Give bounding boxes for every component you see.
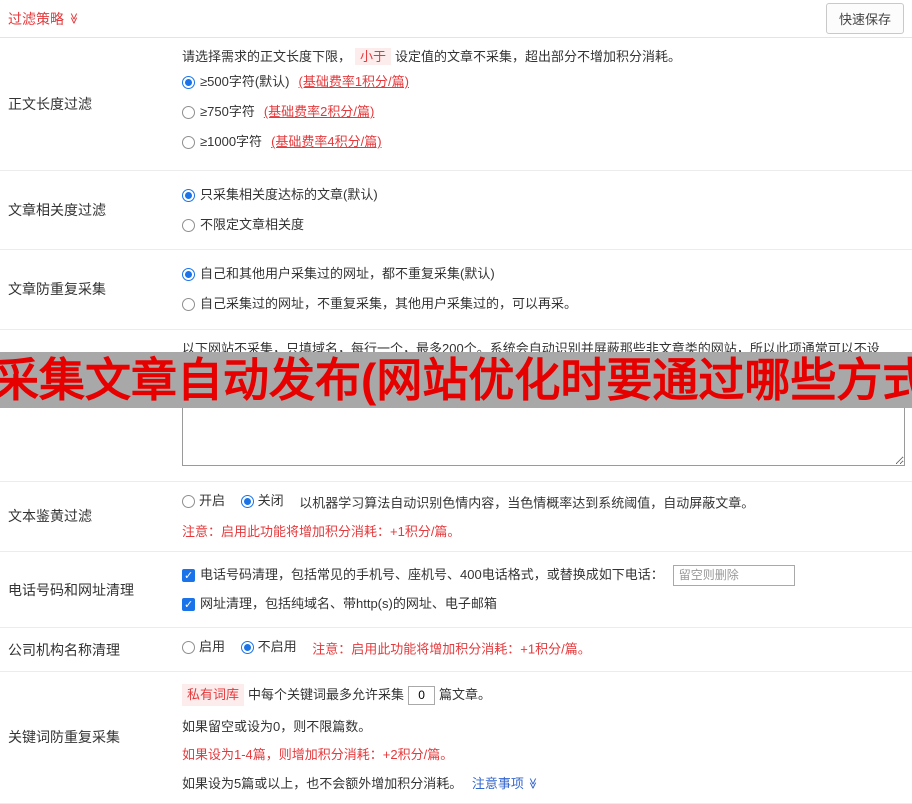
keyword-note-five: 如果设为5篇或以上，也不会额外增加积分消耗。 注意事项 ≫ — [182, 774, 905, 794]
keyword-limit-line: 私有词库 中每个关键词最多允许采集 篇文章。 — [182, 681, 905, 709]
radio-option-company-on[interactable]: 启用 — [182, 637, 225, 657]
option-label: 开启 — [199, 492, 226, 508]
row-porn-filter: 文本鉴黄过滤 开启 关闭 以机器学习算法自动识别色情内容，当色情概率达到系统阈值… — [0, 482, 912, 552]
row-content-company-clean: 启用 不启用 注意：启用此功能将增加积分消耗：+1积分/篇。 — [174, 628, 912, 671]
row-content-keyword-dedup: 私有词库 中每个关键词最多允许采集 篇文章。 如果留空或设为0，则不限篇数。 如… — [174, 672, 912, 803]
radio-option-company-off[interactable]: 不启用 — [240, 637, 297, 657]
radio-icon[interactable] — [182, 494, 195, 508]
option-label: 网址清理，包括纯域名、带http(s)的网址、电子邮箱 — [200, 595, 497, 611]
checkbox-option-url-clean[interactable]: 网址清理，包括纯域名、带http(s)的网址、电子邮箱 — [182, 590, 905, 618]
radio-option-1000chars[interactable]: ≥1000字符 (基础费率4积分/篇) — [182, 127, 905, 157]
chevron-down-icon: ≫ — [67, 12, 80, 25]
option-fee-note: (基础费率4积分/篇) — [271, 134, 382, 150]
keyword-limit-suffix: 篇文章。 — [439, 687, 492, 703]
row-relevance-filter: 文章相关度过滤 只采集相关度达标的文章(默认) 不限定文章相关度 — [0, 171, 912, 251]
filter-settings-form: 正文长度过滤 请选择需求的正文长度下限， 小于 设定值的文章不采集，超出部分不增加积… — [0, 38, 912, 804]
option-label: 不启用 — [257, 639, 297, 655]
notes-link[interactable]: 注意事项 ≫ — [472, 774, 538, 794]
radio-icon[interactable] — [182, 105, 195, 119]
company-clean-options: 启用 不启用 注意：启用此功能将增加积分消耗：+1积分/篇。 — [182, 637, 905, 660]
porn-filter-description: 以机器学习算法自动识别色情内容，当色情概率达到系统阈值，自动屏蔽文章。 — [299, 495, 755, 511]
radio-option-750chars[interactable]: ≥750字符 (基础费率2积分/篇) — [182, 97, 905, 127]
option-label: 启用 — [199, 639, 226, 655]
radio-icon[interactable] — [182, 218, 195, 232]
radio-icon[interactable] — [182, 640, 195, 654]
option-label: 自己采集过的网址，不重复采集，其他用户采集过的，可以再采。 — [200, 296, 578, 312]
keyword-limit-input[interactable] — [408, 685, 436, 705]
keyword-limit-text: 中每个关键词最多允许采集 — [248, 687, 405, 703]
page-title[interactable]: 过滤策略 ≫ — [8, 9, 79, 29]
radio-icon[interactable] — [182, 135, 195, 149]
radio-option-porn-on[interactable]: 开启 — [182, 491, 225, 511]
row-label-keyword-dedup: 关键词防重复采集 — [8, 729, 120, 746]
radio-option-relevance-strict[interactable]: 只采集相关度达标的文章(默认) — [182, 180, 905, 210]
row-length-filter: 正文长度过滤 请选择需求的正文长度下限， 小于 设定值的文章不采集，超出部分不增加积… — [0, 38, 912, 171]
intro-pre: 请选择需求的正文长度下限， — [182, 49, 352, 64]
keyword-note-zero: 如果留空或设为0，则不限篇数。 — [182, 719, 372, 735]
checkbox-icon[interactable] — [182, 597, 195, 614]
chevron-down-icon: ≫ — [526, 777, 539, 790]
row-keyword-dedup: 关键词防重复采集 私有词库 中每个关键词最多允许采集 篇文章。 如果留空或设为0… — [0, 672, 912, 804]
keyword-note-five-text: 如果设为5篇或以上，也不会额外增加积分消耗。 — [182, 775, 463, 791]
row-label-dedup-filter: 文章防重复采集 — [8, 281, 106, 298]
option-fee-note: (基础费率2积分/篇) — [263, 104, 375, 120]
radio-option-relevance-any[interactable]: 不限定文章相关度 — [182, 210, 905, 240]
radio-icon[interactable] — [182, 75, 195, 89]
porn-filter-options: 开启 关闭 以机器学习算法自动识别色情内容，当色情概率达到系统阈值，自动屏蔽文章… — [182, 491, 905, 514]
row-content-dedup-filter: 自己和其他用户采集过的网址，都不重复采集(默认) 自己采集过的网址，不重复采集，… — [174, 250, 912, 328]
radio-icon[interactable] — [182, 188, 195, 202]
intro-highlight: 小于 — [355, 48, 392, 65]
radio-icon[interactable] — [182, 297, 195, 311]
row-content-porn-filter: 开启 关闭 以机器学习算法自动识别色情内容，当色情概率达到系统阈值，自动屏蔽文章… — [174, 482, 912, 551]
watermark-text: 采集文章自动发布(网站优化时要通过哪些方式进 — [0, 354, 912, 406]
option-label: ≥1000字符 — [200, 134, 263, 150]
row-label-phone-url-clean: 电话号码和网址清理 — [8, 581, 134, 598]
topbar: 过滤策略 ≫ 快速保存 — [0, 0, 912, 38]
row-label-relevance-filter: 文章相关度过滤 — [8, 202, 106, 219]
option-label: 不限定文章相关度 — [200, 217, 305, 233]
row-company-clean: 公司机构名称清理 启用 不启用 注意：启用此功能将增加积分消耗：+1积分/篇。 — [0, 628, 912, 673]
row-label-length-filter: 正文长度过滤 — [8, 96, 92, 112]
keyword-note-fee: 如果设为1-4篇，则增加积分消耗：+2积分/篇。 — [182, 747, 454, 763]
option-label: ≥750字符 — [200, 104, 255, 120]
radio-option-500chars[interactable]: ≥500字符(默认) (基础费率1积分/篇) — [182, 67, 905, 97]
option-label: 自己和其他用户采集过的网址，都不重复采集(默认) — [200, 266, 495, 282]
checkbox-option-phone-clean[interactable]: 电话号码清理，包括常见的手机号、座机号、400电话格式，或替换成如下电话： — [182, 561, 905, 590]
row-label-company-clean: 公司机构名称清理 — [8, 641, 120, 658]
radio-icon[interactable] — [182, 267, 195, 281]
radio-option-porn-off[interactable]: 关闭 — [240, 491, 284, 511]
row-dedup-filter: 文章防重复采集 自己和其他用户采集过的网址，都不重复采集(默认) 自己采集过的网… — [0, 250, 912, 330]
watermark-banner: 采集文章自动发布(网站优化时要通过哪些方式进 — [0, 352, 912, 408]
radio-option-dedup-all-users[interactable]: 自己和其他用户采集过的网址，都不重复采集(默认) — [182, 259, 905, 289]
option-label: ≥500字符(默认) — [200, 74, 290, 90]
row-label-porn-filter: 文本鉴黄过滤 — [8, 508, 92, 525]
length-filter-intro: 请选择需求的正文长度下限， 小于 设定值的文章不采集，超出部分不增加积分消耗。 — [182, 47, 905, 67]
radio-icon[interactable] — [240, 494, 254, 508]
intro-post: 设定值的文章不采集，超出部分不增加积分消耗。 — [395, 49, 682, 64]
option-label: 只采集相关度达标的文章(默认) — [200, 187, 378, 202]
private-lexicon-tag: 私有词库 — [182, 684, 245, 707]
row-phone-url-clean: 电话号码和网址清理 电话号码清理，包括常见的手机号、座机号、400电话格式，或替… — [0, 552, 912, 629]
option-label: 电话号码清理，包括常见的手机号、座机号、400电话格式，或替换成如下电话： — [200, 567, 664, 583]
replacement-phone-input[interactable] — [672, 564, 795, 586]
page-title-label: 过滤策略 — [8, 10, 64, 27]
porn-filter-fee-note: 注意：启用此功能将增加积分消耗：+1积分/篇。 — [182, 523, 461, 539]
checkbox-icon[interactable] — [182, 568, 195, 585]
radio-icon[interactable] — [240, 640, 254, 654]
option-fee-note: (基础费率1积分/篇) — [298, 74, 409, 90]
radio-option-dedup-self-only[interactable]: 自己采集过的网址，不重复采集，其他用户采集过的，可以再采。 — [182, 289, 905, 319]
row-content-phone-url-clean: 电话号码清理，包括常见的手机号、座机号、400电话格式，或替换成如下电话： 网址… — [174, 552, 912, 627]
notes-link-label: 注意事项 — [471, 775, 524, 791]
quick-save-button[interactable]: 快速保存 — [825, 3, 904, 34]
row-content-relevance-filter: 只采集相关度达标的文章(默认) 不限定文章相关度 — [174, 171, 912, 249]
company-clean-fee-note: 注意：启用此功能将增加积分消耗：+1积分/篇。 — [312, 641, 591, 657]
row-content-length-filter: 请选择需求的正文长度下限， 小于 设定值的文章不采集，超出部分不增加积分消耗。 ≥5… — [174, 38, 912, 170]
option-label: 关闭 — [257, 492, 284, 508]
